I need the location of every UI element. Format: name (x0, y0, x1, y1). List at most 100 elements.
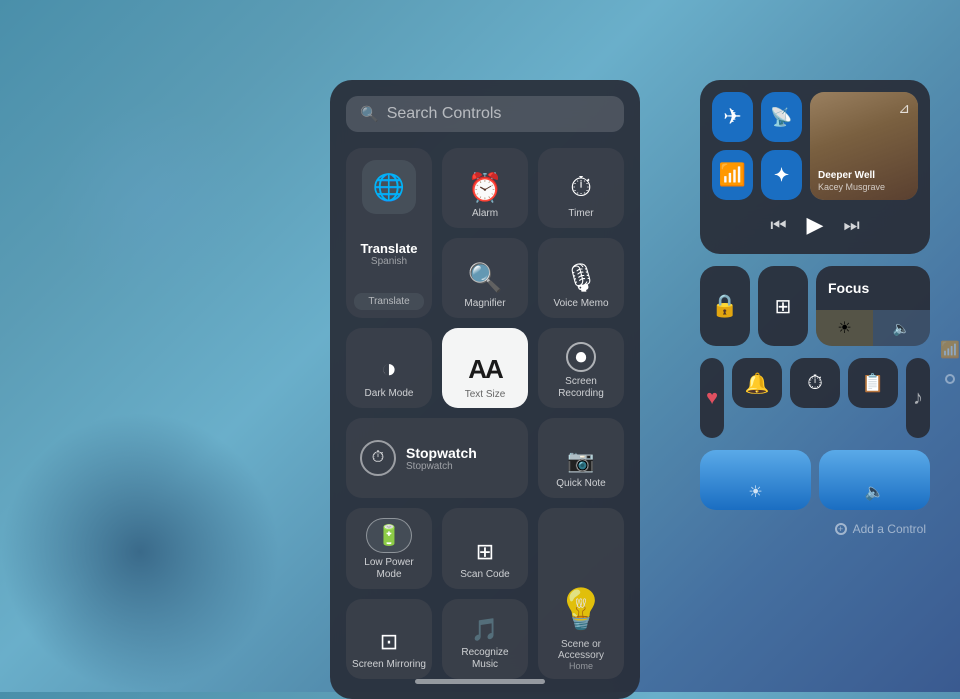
bluetooth-button[interactable]: ✦ (761, 150, 802, 200)
artist-name: Kacey Musgrave (818, 182, 885, 192)
previous-button[interactable]: ⏮ (770, 215, 786, 236)
low-power-icon: 🔋 (366, 518, 413, 553)
home-label: Scene or Accessory (544, 639, 618, 661)
home-tile[interactable]: 💡 Scene or Accessory Home (538, 508, 624, 679)
alarm-tile[interactable]: ⏰ Alarm (442, 148, 528, 228)
quick-note-icon: 📷 (567, 448, 594, 474)
magnifier-icon: 🔍 (468, 261, 503, 294)
sliders-row: ☀ 🔈 (700, 450, 930, 510)
translate-icon-glyph: 🌐 (373, 172, 405, 203)
cellular-button[interactable]: 📡 (761, 92, 802, 142)
play-button[interactable]: ▶ (807, 212, 824, 238)
focus-label: Focus (828, 280, 918, 296)
low-power-label: Low Power Mode (352, 557, 426, 581)
right-panel: ✈ 📡 📶 ✦ Deeper Well Kacey Musgrave ⊿ ⏮ ▶… (700, 80, 930, 536)
airplane-mode-button[interactable]: ✈ (712, 92, 753, 142)
search-icon: 🔍 (360, 105, 379, 123)
screen-recording-label: Screen Recording (544, 376, 618, 400)
dark-mode-icon: ◑ (381, 353, 397, 384)
recognize-music-icon: 🎵 (471, 617, 498, 643)
next-button[interactable]: ⏭ (843, 215, 859, 236)
search-placeholder: Search Controls (387, 105, 610, 123)
timer-icon: ⏱ (570, 171, 592, 204)
add-control-plus-icon: + (835, 523, 847, 535)
search-bar[interactable]: 🔍 Search Controls (346, 96, 624, 132)
translate-icon: 🌐 (362, 160, 416, 214)
translate-button[interactable]: Translate (354, 293, 423, 310)
dark-mode-tile[interactable]: ◑ Dark Mode (346, 328, 432, 408)
focus-widget[interactable]: Focus ☀ 🔈 (816, 266, 930, 346)
voice-memo-label: Voice Memo (553, 298, 608, 310)
volume-slider[interactable]: 🔈 (819, 450, 930, 510)
focus-bottom: ☀ 🔈 (816, 310, 930, 346)
recognize-music-label: Recognize Music (448, 647, 522, 671)
alarm-label: Alarm (472, 208, 498, 220)
screen-lock-button[interactable]: 🔒 (700, 266, 750, 346)
home-bulb-icon: 💡 (556, 586, 606, 633)
media-track-info: Deeper Well Kacey Musgrave (818, 170, 885, 192)
stopwatch-tile[interactable]: ⏱ Stopwatch Stopwatch (346, 418, 528, 498)
media-album-art[interactable]: Deeper Well Kacey Musgrave ⊿ (810, 92, 918, 200)
low-power-mode-tile[interactable]: 🔋 Low Power Mode (346, 508, 432, 589)
translate-sub: Spanish (360, 256, 417, 267)
home-sublabel: Home (569, 661, 593, 671)
brightness-slider[interactable]: ☀ (700, 450, 811, 510)
right-indicators: 📶 (940, 340, 960, 384)
track-name: Deeper Well (818, 170, 885, 182)
timer-tile[interactable]: ⏱ Timer (538, 148, 624, 228)
recognize-music-tile[interactable]: 🎵 Recognize Music (442, 599, 528, 679)
wifi-button[interactable]: 📶 (712, 150, 753, 200)
stopwatch-name: Stopwatch (406, 445, 514, 461)
screen-mirroring-tile[interactable]: ⊡ Screen Mirroring (346, 599, 432, 679)
magnifier-label: Magnifier (464, 298, 505, 310)
stopwatch-info: Stopwatch Stopwatch (406, 445, 514, 472)
voice-memo-icon: 🎙 (563, 261, 599, 294)
second-row: 🔒 ⊞ Focus ☀ 🔈 (700, 266, 930, 346)
bg-blob2 (50, 100, 250, 300)
media-top: ✈ 📡 📶 ✦ Deeper Well Kacey Musgrave ⊿ (712, 92, 918, 200)
stopwatch-sub: Stopwatch (406, 461, 514, 472)
screen-mirroring-icon: ⊡ (380, 629, 398, 655)
screen-mirroring-label: Screen Mirroring (352, 659, 426, 671)
text-size-tile[interactable]: AA Text Size (442, 328, 528, 408)
translate-info: Translate Spanish (360, 241, 417, 267)
music-icon: ♪ (906, 358, 930, 438)
volume-button[interactable]: 🔈 (873, 310, 930, 346)
timer-label: Timer (568, 208, 593, 220)
media-controls-grid: ✈ 📡 📶 ✦ (712, 92, 802, 200)
timer-circle-button[interactable]: ⏱ (790, 358, 840, 408)
third-row: ♥ 🔔 ⏱ 📋 ♪ (700, 358, 930, 438)
bell-button[interactable]: 🔔 (732, 358, 782, 408)
scan-code-tile[interactable]: ⊞ Scan Code (442, 508, 528, 589)
dark-mode-label: Dark Mode (365, 388, 414, 400)
stopwatch-icon: ⏱ (360, 440, 396, 476)
quick-note-label: Quick Note (556, 478, 605, 490)
screen-recording-tile[interactable]: ⏺ Screen Recording (538, 328, 624, 408)
text-size-label: Text Size (465, 389, 506, 400)
controls-grid: 🌐 Translate Spanish Translate ⏰ Alarm ⏱ … (346, 148, 624, 679)
quick-note-tile[interactable]: 📷 Quick Note (538, 418, 624, 498)
add-control-label[interactable]: Add a Control (853, 522, 926, 536)
circle-indicator (945, 374, 955, 384)
scan-code-icon: ⊞ (476, 539, 494, 565)
media-playback-controls: ⏮ ▶ ⏭ (712, 208, 918, 242)
magnifier-tile[interactable]: 🔍 Magnifier (442, 238, 528, 318)
add-control-row: + Add a Control (700, 522, 930, 536)
focus-top: Focus (816, 266, 930, 310)
heart-icon: ♥ (700, 358, 724, 438)
bg-blob1 (0, 412, 280, 692)
screen-mirror-button[interactable]: ⊞ (758, 266, 808, 346)
text-size-icon: AA (468, 354, 502, 385)
airplay-icon[interactable]: ⊿ (898, 100, 910, 117)
home-indicator (415, 679, 545, 684)
search-controls-panel: 🔍 Search Controls 🌐 Translate Spanish Tr… (330, 80, 640, 699)
alarm-icon: ⏰ (468, 171, 503, 204)
notes-button[interactable]: 📋 (848, 358, 898, 408)
media-widget: ✈ 📡 📶 ✦ Deeper Well Kacey Musgrave ⊿ ⏮ ▶… (700, 80, 930, 254)
brightness-button[interactable]: ☀ (816, 310, 873, 346)
voice-memo-tile[interactable]: 🎙 Voice Memo (538, 238, 624, 318)
translate-name: Translate (360, 241, 417, 256)
screen-recording-icon: ⏺ (566, 342, 596, 372)
translate-tile[interactable]: 🌐 Translate Spanish Translate (346, 148, 432, 318)
scan-code-label: Scan Code (460, 569, 509, 581)
